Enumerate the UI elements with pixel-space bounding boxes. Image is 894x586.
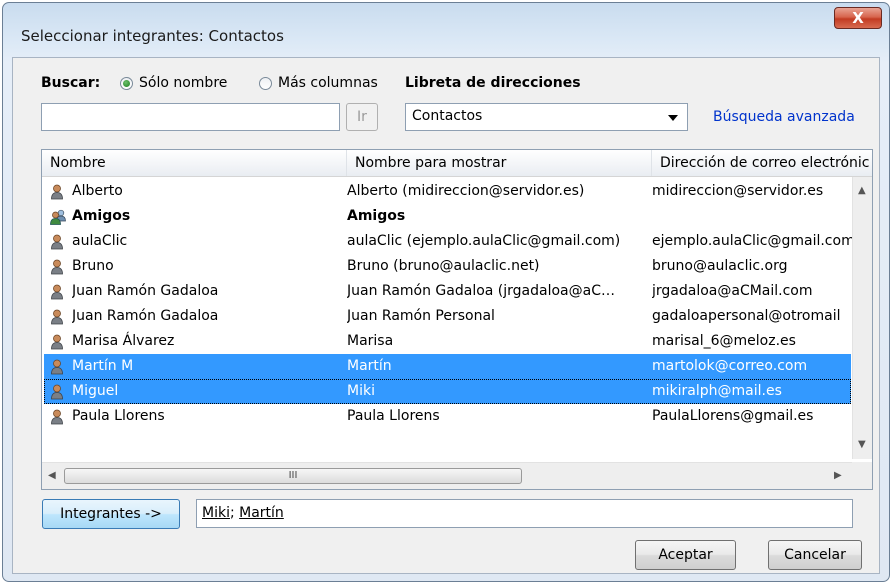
contact-icon [51, 234, 63, 250]
table-row[interactable]: Juan Ramón Gadaloa Juan Ramón Personal gad… [44, 304, 851, 329]
member-miki[interactable]: Miki [202, 505, 230, 521]
contact-icon [51, 409, 63, 425]
cell-name: Paula Llorens [72, 408, 165, 424]
group-icon [50, 209, 66, 225]
go-button[interactable]: Ir [346, 103, 378, 131]
cell-email: jrgadaloa@aCMail.com [652, 283, 813, 299]
cell-display-name: Martín [347, 358, 392, 374]
horizontal-scrollbar[interactable]: ◀ III ▶ [42, 462, 852, 489]
cell-email: midireccion@servidor.es [652, 183, 824, 199]
contact-icon [51, 184, 63, 200]
cell-name: Juan Ramón Gadaloa [72, 308, 219, 324]
contact-icon [51, 309, 63, 325]
cell-name: Marisa Álvarez [72, 333, 175, 349]
contact-icon [51, 359, 63, 375]
cell-display-name: Miki [347, 383, 375, 399]
contact-icon [51, 334, 63, 350]
table-row[interactable]: Miguel Miki mikiralph@mail.es [44, 379, 851, 404]
contact-list[interactable]: Nombre Nombre para mostrar Dirección de … [41, 149, 873, 490]
cell-email: marisal_6@meloz.es [652, 333, 796, 349]
cell-display-name: Paula Llorens [347, 408, 440, 424]
cell-display-name: Juan Ramón Personal [347, 308, 495, 324]
radio-name-only[interactable] [120, 77, 133, 90]
horizontal-scroll-thumb[interactable]: III [64, 468, 522, 484]
cell-name: Miguel [72, 383, 119, 399]
members-field[interactable]: Miki; Martín [196, 499, 853, 528]
cell-display-name: Amigos [347, 208, 406, 224]
column-header-name[interactable]: Nombre [42, 150, 347, 176]
cell-email: gadaloapersonal@otromail [652, 308, 841, 324]
search-input[interactable] [41, 103, 340, 131]
radio-more-columns-label[interactable]: Más columnas [278, 75, 378, 91]
scroll-down-icon[interactable]: ▼ [858, 439, 866, 450]
cell-email: ejemplo.aulaClic@gmail.com [652, 233, 852, 249]
radio-more-columns[interactable] [259, 77, 272, 90]
column-header-email[interactable]: Dirección de correo electrónic [652, 150, 872, 176]
scrollbar-corner [852, 462, 872, 489]
scroll-up-icon[interactable]: ▲ [858, 185, 866, 196]
table-row[interactable]: Amigos Amigos [44, 204, 851, 229]
radio-name-only-label[interactable]: Sólo nombre [139, 75, 227, 91]
dialog-client-area: Buscar: Sólo nombre Más columnas Libreta… [12, 57, 880, 574]
cell-name: Martín M [72, 358, 134, 374]
cell-display-name: Marisa [347, 333, 394, 349]
vertical-scrollbar[interactable]: ▲ ▼ [852, 177, 872, 459]
table-row[interactable]: Bruno Bruno (bruno@aulaclic.net) bruno@aul… [44, 254, 851, 279]
cell-name: Amigos [72, 208, 131, 224]
address-book-label: Libreta de direcciones [405, 75, 581, 91]
cell-display-name: aulaClic (ejemplo.aulaClic@gmail.com) [347, 233, 621, 249]
member-martin[interactable]: Martín [239, 505, 284, 521]
members-button[interactable]: Integrantes -> [42, 499, 180, 529]
advanced-search-link[interactable]: Búsqueda avanzada [713, 109, 855, 125]
scroll-right-icon[interactable]: ▶ [834, 470, 842, 481]
contact-icon [51, 259, 63, 275]
list-header: Nombre Nombre para mostrar Dirección de … [42, 150, 872, 177]
cell-display-name: Bruno (bruno@aulaclic.net) [347, 258, 540, 274]
table-row[interactable]: Marisa Álvarez Marisa marisal_6@meloz.es [44, 329, 851, 354]
cell-display-name: Juan Ramón Gadaloa (jrgadaloa@aC… [347, 283, 615, 299]
close-icon: X [852, 9, 864, 27]
table-row[interactable]: Martín M Martín martolok@correo.com [44, 354, 851, 379]
table-row[interactable]: Juan Ramón Gadaloa Juan Ramón Gadaloa (jr… [44, 279, 851, 304]
dialog-window: Seleccionar integrantes: Contactos X Bus… [2, 2, 890, 582]
ok-button[interactable]: Aceptar [635, 540, 736, 570]
table-row[interactable]: aulaClic aulaClic (ejemplo.aulaClic@gmail… [44, 229, 852, 254]
close-button[interactable]: X [834, 7, 882, 29]
search-label: Buscar: [41, 75, 101, 91]
column-header-display-name[interactable]: Nombre para mostrar [347, 150, 652, 176]
scroll-thumb-grip: III [288, 470, 298, 481]
address-book-selected: Contactos [412, 108, 483, 124]
table-row[interactable]: Alberto Alberto (midireccion@servidor.es)… [44, 179, 851, 204]
chevron-down-icon [668, 115, 678, 121]
cell-email: mikiralph@mail.es [652, 383, 782, 399]
cancel-button[interactable]: Cancelar [768, 540, 862, 570]
cell-email: PaulaLlorens@gmail.es [652, 408, 814, 424]
table-row[interactable]: Paula Llorens Paula Llorens PaulaLlorens@g… [44, 404, 851, 429]
contact-icon [51, 284, 63, 300]
cell-name: Alberto [72, 183, 123, 199]
cell-name: aulaClic [72, 233, 128, 249]
members-value: Miki; Martín [202, 505, 284, 521]
cell-name: Juan Ramón Gadaloa [72, 283, 219, 299]
dialog-title: Seleccionar integrantes: Contactos [21, 27, 284, 45]
cell-display-name: Alberto (midireccion@servidor.es) [347, 183, 585, 199]
members-separator: ; [229, 505, 240, 521]
scroll-left-icon[interactable]: ◀ [48, 470, 56, 481]
cell-email: martolok@correo.com [652, 358, 808, 374]
cell-email: bruno@aulaclic.org [652, 258, 788, 274]
address-book-select[interactable]: Contactos [405, 103, 688, 131]
contact-icon [51, 384, 63, 400]
cell-name: Bruno [72, 258, 114, 274]
